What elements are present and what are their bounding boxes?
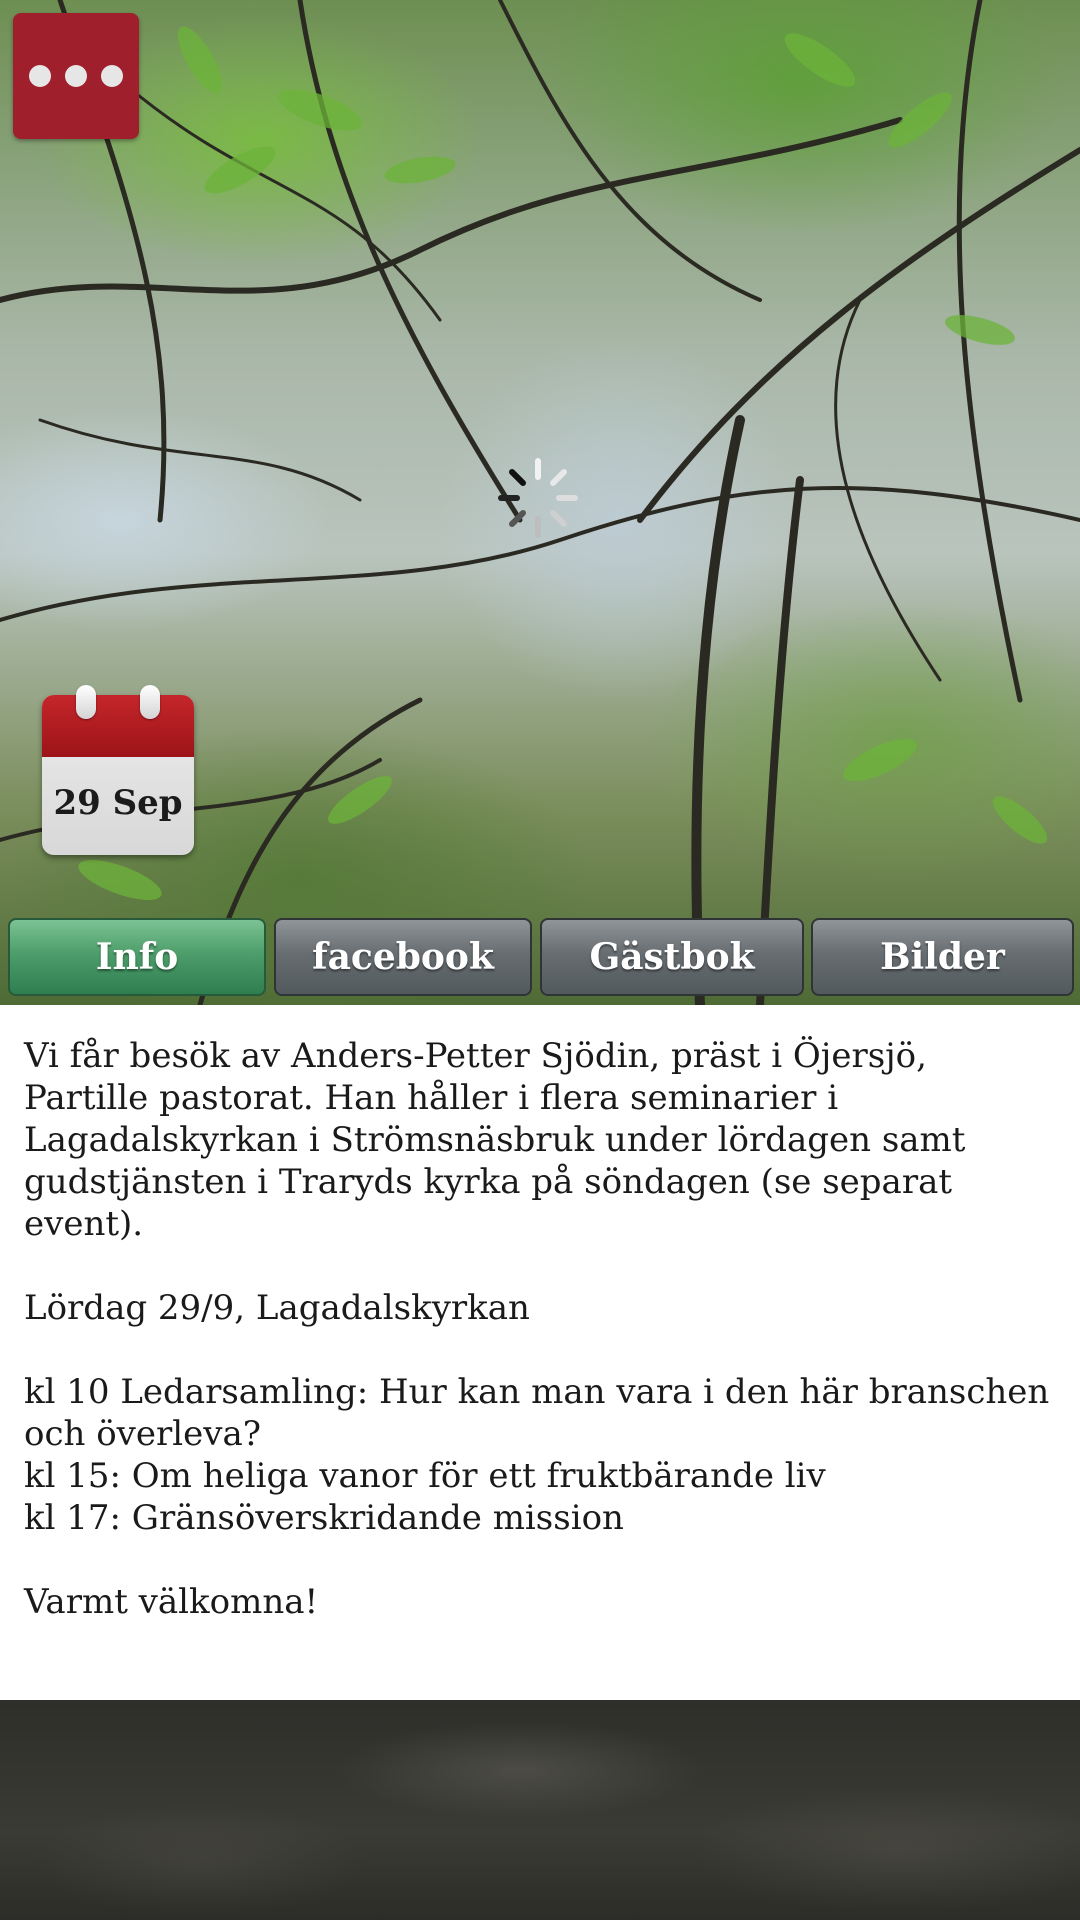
calendar-ring <box>140 685 160 719</box>
event-description: Vi får besök av Anders-Petter Sjödin, pr… <box>0 1005 1080 1700</box>
more-dots-icon-dot <box>101 65 123 87</box>
calendar-ring <box>76 685 96 719</box>
schedule-item: kl 17: Gränsöverskridande mission <box>24 1498 624 1538</box>
spinner-icon <box>498 458 578 538</box>
closing-text: Varmt välkomna! <box>24 1582 319 1622</box>
more-dots-icon <box>29 65 51 87</box>
more-dots-icon-dot <box>65 65 87 87</box>
calendar-body: 29 Sep <box>42 695 194 855</box>
schedule-item: kl 10 Ledarsamling: Hur kan man vara i d… <box>24 1372 1050 1454</box>
menu-button[interactable] <box>13 13 139 139</box>
tab-facebook[interactable]: facebook <box>274 918 532 996</box>
tab-guestbook[interactable]: Gästbok <box>540 918 804 996</box>
intro-text: Vi får besök av Anders-Petter Sjödin, pr… <box>24 1036 966 1244</box>
calendar-header <box>42 695 194 757</box>
tab-info[interactable]: Info <box>8 918 266 996</box>
event-date: 29 Sep <box>53 783 183 823</box>
tab-pictures[interactable]: Bilder <box>811 918 1074 996</box>
tab-bar: Info facebook Gästbok Bilder <box>0 916 1080 1004</box>
header-photo: 29 Sep Info facebook Gästbok Bilder <box>0 0 1080 1005</box>
footer-photo <box>0 1700 1080 1920</box>
schedule-item: kl 15: Om heliga vanor för ett fruktbära… <box>24 1456 826 1496</box>
event-day: Lördag 29/9, Lagadalskyrkan <box>24 1288 530 1328</box>
calendar-icon: 29 Sep <box>42 685 194 855</box>
